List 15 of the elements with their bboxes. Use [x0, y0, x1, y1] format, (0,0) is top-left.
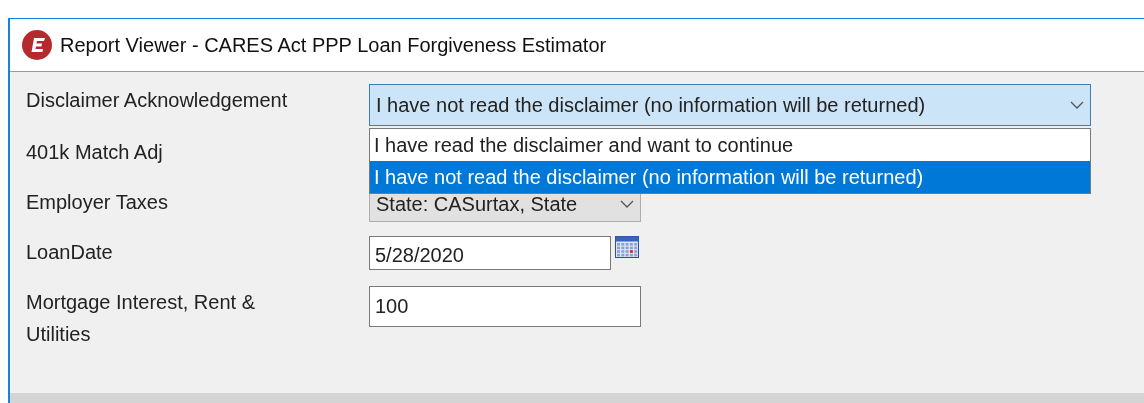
dropdown-option[interactable]: I have read the disclaimer and want to continue	[370, 129, 1090, 161]
chevron-icon	[1070, 101, 1084, 109]
date-field[interactable]: 5/28/2020	[369, 236, 611, 270]
text-field[interactable]: 100	[369, 286, 641, 327]
chevron-icon	[620, 200, 634, 208]
window-title: Report Viewer - CARES Act PPP Loan Forgiveness Estimator	[60, 33, 607, 58]
dropdown-option[interactable]: I have not read the disclaimer (no information will be returned)	[370, 161, 1090, 193]
calendar-icon[interactable]	[615, 236, 639, 258]
dropdown[interactable]: I have not read the disclaimer (no information will be returned)	[369, 84, 1091, 126]
logo-icon	[22, 30, 52, 60]
field-label: 401k Match Adj	[26, 140, 164, 165]
field-label: LoanDate	[26, 240, 114, 265]
field-label: Disclaimer Acknowledgement	[26, 88, 289, 113]
field-label: Mortgage Interest, Rent & Utilities	[26, 290, 256, 347]
field-label: Employer Taxes	[26, 190, 169, 215]
